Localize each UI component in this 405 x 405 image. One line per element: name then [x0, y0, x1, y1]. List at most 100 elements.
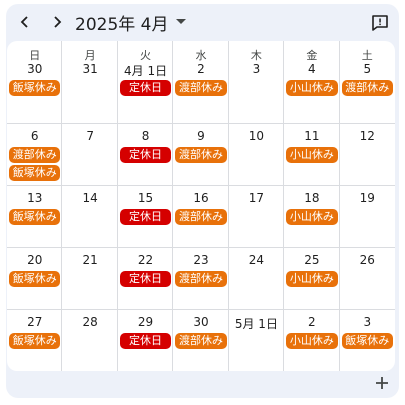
event-chip[interactable]: 飯塚休み [9, 165, 61, 181]
add-event-button[interactable] [371, 372, 393, 394]
day-cell[interactable]: 5月 1日 [229, 309, 284, 371]
day-cell[interactable]: 13 飯塚休み [7, 185, 62, 247]
weekday-label: 金 [306, 49, 318, 62]
day-number: 16 [193, 191, 209, 205]
plus-icon [376, 377, 388, 389]
day-cell[interactable]: 18 小山休み [284, 185, 339, 247]
day-cell[interactable]: 17 [229, 185, 284, 247]
event-list: 定休日 [119, 209, 172, 227]
event-chip[interactable]: 飯塚休み [9, 333, 61, 349]
day-cell[interactable]: 木3 [229, 41, 284, 123]
day-cell[interactable]: 20 飯塚休み [7, 247, 62, 309]
day-cell[interactable]: 6 渡部休み 飯塚休み [7, 123, 62, 185]
day-cell[interactable]: 11 小山休み [284, 123, 339, 185]
event-list: 小山休み [286, 333, 338, 351]
day-cell[interactable]: 30 渡部休み [173, 309, 228, 371]
event-chip[interactable]: 飯塚休み [9, 271, 61, 287]
day-number: 7 [86, 129, 94, 143]
event-list: 小山休み [286, 271, 338, 289]
month-selector[interactable]: 2025年 4月 [75, 8, 187, 36]
day-number: 28 [82, 315, 98, 329]
event-chip[interactable]: 小山休み [286, 333, 338, 349]
day-cell[interactable]: 2 小山休み [284, 309, 339, 371]
day-cell[interactable]: 金 4 小山休み [284, 41, 339, 123]
day-cell[interactable]: 火 4月 1日 定休日 [118, 41, 173, 123]
day-cell[interactable]: 10 [229, 123, 284, 185]
chevron-right-icon [54, 16, 62, 28]
day-cell[interactable]: 21 [62, 247, 117, 309]
day-number: 25 [304, 253, 320, 267]
next-month-button[interactable] [46, 11, 68, 33]
day-cell[interactable]: 水 2 渡部休み [173, 41, 228, 123]
day-number: 12 [359, 129, 375, 143]
day-cell[interactable]: 22 定休日 [118, 247, 173, 309]
event-chip[interactable]: 小山休み [286, 209, 338, 225]
day-cell[interactable]: 27 飯塚休み [7, 309, 62, 371]
weekday-label: 土 [361, 49, 373, 62]
day-cell[interactable]: 29 定休日 [118, 309, 173, 371]
event-chip[interactable]: 飯塚休み [9, 80, 61, 96]
day-cell[interactable]: 3 飯塚休み [340, 309, 395, 371]
event-chip[interactable]: 渡部休み [9, 147, 61, 163]
event-chip[interactable]: 飯塚休み [9, 209, 61, 225]
event-chip[interactable]: 定休日 [119, 80, 172, 96]
event-chip[interactable]: 渡部休み [175, 271, 227, 287]
event-chip[interactable]: 小山休み [286, 271, 338, 287]
day-number: 8 [141, 129, 150, 143]
chevron-left-icon [20, 16, 28, 28]
day-cell[interactable]: 23 渡部休み [173, 247, 228, 309]
day-cell[interactable]: 25 小山休み [284, 247, 339, 309]
event-chip[interactable]: 小山休み [286, 80, 338, 96]
day-cell[interactable]: 19 [340, 185, 395, 247]
weekday-label: 月 [84, 49, 96, 62]
event-chip[interactable]: 定休日 [119, 147, 172, 163]
event-chip[interactable]: 小山休み [286, 147, 338, 163]
day-number: 30 [27, 62, 43, 76]
day-number: 24 [248, 253, 265, 267]
event-list: 渡部休み [175, 333, 227, 351]
event-list: 渡部休み [175, 271, 227, 289]
day-cell[interactable]: 7 [62, 123, 117, 185]
event-chip[interactable]: 定休日 [119, 271, 172, 287]
day-cell[interactable]: 9 渡部休み [173, 123, 228, 185]
day-number: 9 [197, 129, 205, 143]
day-number: 27 [27, 315, 43, 329]
event-chip[interactable]: 定休日 [119, 209, 172, 225]
day-number: 13 [27, 191, 43, 205]
day-number: 11 [304, 129, 320, 143]
day-cell[interactable]: 月 31 [62, 41, 117, 123]
day-number: 19 [359, 191, 375, 205]
event-chip[interactable]: 渡部休み [175, 209, 227, 225]
day-number: 3 [363, 315, 372, 329]
event-chip[interactable]: 渡部休み [175, 333, 227, 349]
day-cell[interactable]: 14 [62, 185, 117, 247]
day-number: 4 [308, 62, 316, 76]
event-list: 小山休み [286, 209, 338, 227]
event-chip[interactable]: 定休日 [119, 333, 172, 349]
feedback-button[interactable] [369, 12, 391, 34]
day-cell[interactable]: 16 渡部休み [173, 185, 228, 247]
day-number: 4月 1日 [124, 64, 168, 78]
day-cell[interactable]: 12 [340, 123, 395, 185]
event-chip[interactable]: 渡部休み [175, 147, 227, 163]
day-number: 17 [248, 191, 265, 205]
day-cell[interactable]: 28 [62, 309, 117, 371]
event-list: 渡部休み [175, 209, 227, 227]
weekday-label: 木 [250, 49, 262, 62]
day-cell[interactable]: 24 [229, 247, 284, 309]
day-cell[interactable]: 8 定休日 [118, 123, 173, 185]
event-chip[interactable]: 渡部休み [341, 80, 393, 96]
day-cell[interactable]: 26 [340, 247, 395, 309]
day-cell[interactable]: 15 定休日 [118, 185, 173, 247]
day-cell[interactable]: 土 5 渡部休み [340, 41, 395, 123]
day-number: 15 [137, 191, 154, 205]
prev-month-button[interactable] [14, 11, 36, 33]
weekday-label: 水 [195, 49, 207, 62]
event-list: 定休日 [119, 80, 172, 98]
event-list: 飯塚休み [9, 271, 61, 289]
day-number: 18 [304, 191, 320, 205]
event-chip[interactable]: 渡部休み [175, 80, 227, 96]
event-chip[interactable]: 飯塚休み [341, 333, 393, 349]
event-list: 飯塚休み [9, 209, 61, 227]
day-cell[interactable]: 日 30 飯塚休み [7, 41, 62, 123]
